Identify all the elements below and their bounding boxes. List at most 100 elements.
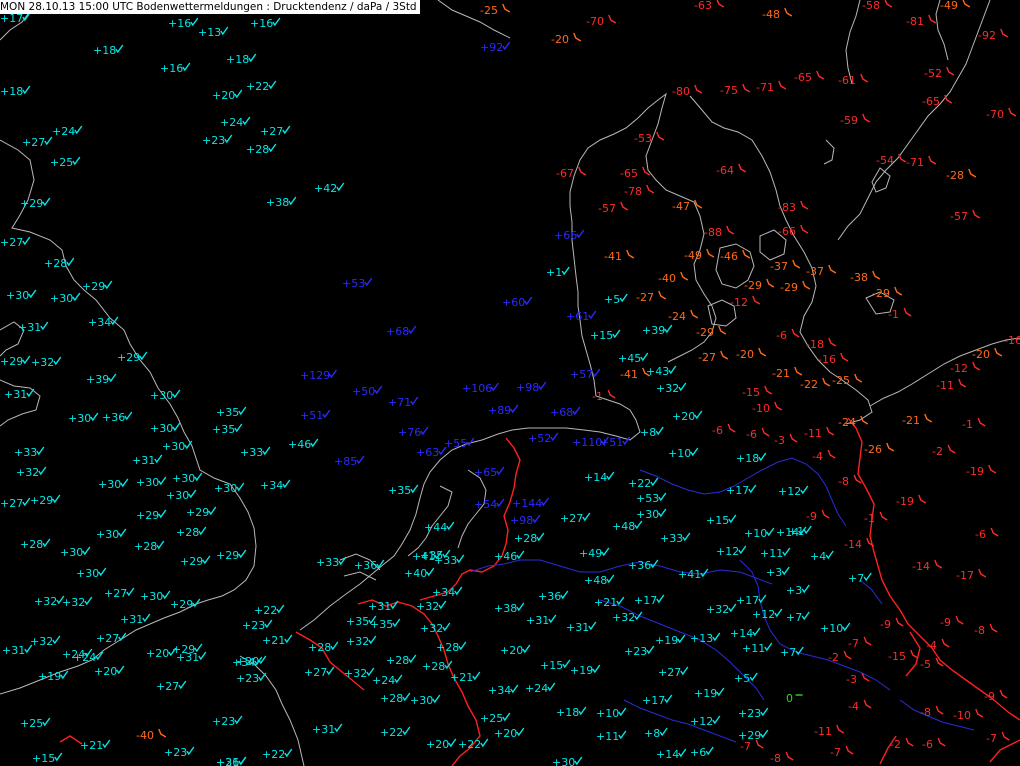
pressure-tendency-value: +98 <box>516 381 539 394</box>
pressure-tendency-value: +57 <box>570 368 593 381</box>
pressure-tendency-value: -8 <box>770 752 781 765</box>
pressure-tendency-value: +89 <box>488 404 511 417</box>
pressure-tendency-value: +25 <box>480 712 503 725</box>
pressure-tendency-value: -65 <box>620 167 638 180</box>
pressure-tendency-value: +34 <box>260 479 283 492</box>
pressure-tendency-value: -17 <box>956 569 974 582</box>
pressure-tendency-value: -2 <box>828 651 839 664</box>
pressure-tendency-value: -18 <box>806 338 824 351</box>
pressure-tendency-value: +28 <box>246 143 269 156</box>
pressure-tendency-value: +11 <box>760 547 783 560</box>
pressure-tendency-value: -53 <box>634 132 652 145</box>
pressure-tendency-value: +23 <box>164 746 187 759</box>
pressure-tendency-value: +28 <box>386 654 409 667</box>
pressure-tendency-value: -27 <box>636 291 654 304</box>
pressure-tendency-value: +20 <box>672 410 695 423</box>
pressure-tendency-value: +32 <box>34 595 57 608</box>
pressure-tendency-value: +30 <box>136 476 159 489</box>
pressure-tendency-value: -70 <box>586 15 604 28</box>
pressure-tendency-value: -2 <box>932 445 943 458</box>
pressure-tendency-value: +36 <box>102 411 125 424</box>
pressure-tendency-value: -1 <box>592 390 603 403</box>
pressure-tendency-value: -80 <box>672 85 690 98</box>
pressure-tendency-value: +10 <box>596 707 619 720</box>
pressure-tendency-value: -41 <box>604 250 622 263</box>
pressure-tendency-value: +30 <box>76 567 99 580</box>
pressure-tendency-value: -75 <box>720 84 738 97</box>
pressure-tendency-value: +17 <box>634 594 657 607</box>
pressure-tendency-value: +30 <box>410 694 433 707</box>
pressure-tendency-value: +29 <box>136 509 159 522</box>
pressure-tendency-value: -21 <box>902 414 920 427</box>
pressure-tendency-value: +98 <box>510 514 533 527</box>
pressure-tendency-value: +36 <box>354 559 377 572</box>
pressure-tendency-value: +19 <box>570 664 593 677</box>
pressure-tendency-value: -4 <box>926 639 937 652</box>
pressure-tendency-value: +31 <box>120 613 143 626</box>
pressure-tendency-value: +31 <box>2 644 25 657</box>
pressure-tendency-value: +30 <box>552 756 575 766</box>
pressure-tendency-value: -65 <box>794 71 812 84</box>
pressure-tendency-value: -3 <box>846 673 857 686</box>
pressure-tendency-value: +18 <box>93 44 116 57</box>
pressure-tendency-value: -4 <box>812 450 823 463</box>
pressure-tendency-value: -24 <box>668 310 686 323</box>
pressure-tendency-value: +32 <box>420 622 443 635</box>
pressure-tendency-value: +11 <box>596 730 619 743</box>
station-observation: -16 <box>1004 334 1020 347</box>
pressure-tendency-value: +32 <box>344 667 367 680</box>
pressure-tendency-value: -71 <box>756 81 774 94</box>
pressure-tendency-value: +14 <box>776 526 799 539</box>
pressure-tendency-value: +30 <box>214 482 237 495</box>
pressure-tendency-value: -25 <box>832 374 850 387</box>
pressure-tendency-value: +20 <box>212 89 235 102</box>
pressure-tendency-value: -16 <box>1004 334 1020 347</box>
pressure-tendency-value: +36 <box>538 590 561 603</box>
pressure-tendency-value: +22 <box>458 738 481 751</box>
pressure-tendency-value: +18 <box>556 706 579 719</box>
pressure-tendency-value: -19 <box>966 465 984 478</box>
pressure-tendency-value: +45 <box>618 352 641 365</box>
pressure-tendency-value: +35 <box>370 618 393 631</box>
pressure-tendency-value: +24 <box>372 674 395 687</box>
pressure-tendency-value: -12 <box>730 296 748 309</box>
pressure-tendency-value: +12 <box>778 485 801 498</box>
pressure-tendency-value: +5 <box>604 293 620 306</box>
pressure-tendency-value: +27 <box>104 587 127 600</box>
pressure-tendency-value: +6 <box>690 746 706 759</box>
pressure-tendency-value: +92 <box>480 41 503 54</box>
pressure-tendency-value: +30 <box>60 546 83 559</box>
pressure-tendency-value: +30 <box>162 440 185 453</box>
pressure-tendency-value: +28 <box>308 641 331 654</box>
pressure-tendency-value: -28 <box>946 169 964 182</box>
pressure-tendency-value: +12 <box>690 715 713 728</box>
pressure-tendency-value: -6 <box>922 738 933 751</box>
pressure-tendency-value: +23 <box>624 645 647 658</box>
pressure-tendency-value: +17 <box>726 484 749 497</box>
pressure-tendency-value: +28 <box>436 641 459 654</box>
pressure-tendency-value: -83 <box>778 201 796 214</box>
pressure-tendency-value: +27 <box>96 632 119 645</box>
pressure-tendency-value: +49 <box>579 547 602 560</box>
pressure-tendency-value: +61 <box>566 310 589 323</box>
pressure-tendency-value: -81 <box>906 15 924 28</box>
pressure-tendency-value: +29 <box>20 197 43 210</box>
pressure-tendency-value: +38 <box>266 196 289 209</box>
pressure-tendency-value: +4 <box>810 550 826 563</box>
pressure-tendency-value: +41 <box>678 568 701 581</box>
pressure-tendency-value: +8 <box>640 426 656 439</box>
pressure-tendency-value: +30 <box>98 478 121 491</box>
pressure-tendency-value: +27 <box>304 666 327 679</box>
pressure-tendency-value: -38 <box>850 271 868 284</box>
pressure-tendency-value: +20 <box>146 647 169 660</box>
pressure-tendency-value: +20 <box>426 738 449 751</box>
pressure-tendency-value: +14 <box>584 471 607 484</box>
pressure-tendency-value: +31 <box>132 454 155 467</box>
pressure-tendency-value: -11 <box>936 379 954 392</box>
pressure-tendency-value: -88 <box>704 226 722 239</box>
pressure-tendency-value: -29 <box>744 279 762 292</box>
pressure-tendency-value: -9 <box>984 690 995 703</box>
pressure-tendency-value: +29 <box>117 351 140 364</box>
pressure-tendency-value: -61 <box>838 74 856 87</box>
pressure-tendency-value: -15 <box>742 386 760 399</box>
